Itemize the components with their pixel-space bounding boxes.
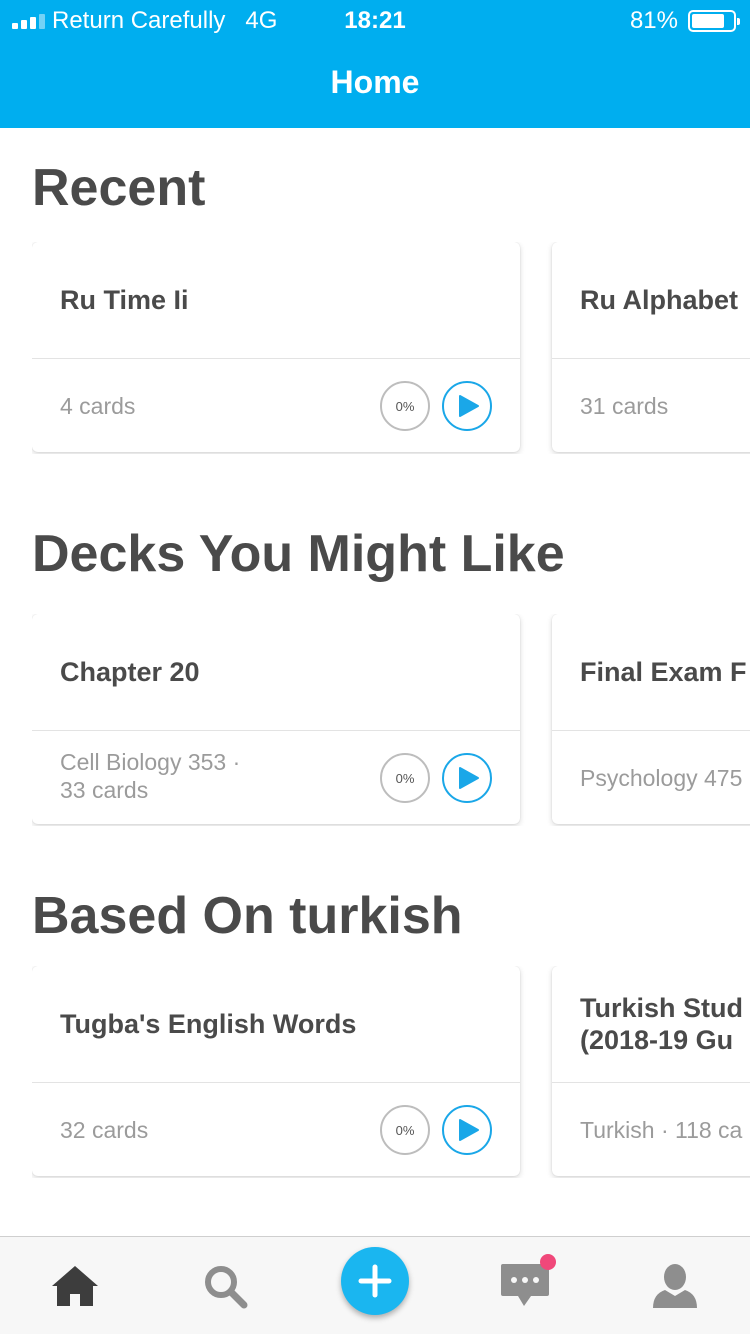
- section-title-recent: Recent: [32, 159, 206, 217]
- deck-card[interactable]: Final Exam F Psychology 475: [552, 614, 750, 824]
- top-bar: Return Carefully 4G 18:21 81% Home: [0, 0, 750, 128]
- home-icon: [52, 1266, 98, 1306]
- deck-meta: Turkish · 118 ca: [580, 1117, 743, 1143]
- deck-title: Final Exam F: [580, 657, 747, 687]
- tab-search[interactable]: [150, 1237, 300, 1334]
- play-icon: [459, 395, 479, 417]
- play-button[interactable]: [442, 1105, 492, 1155]
- status-bar: Return Carefully 4G 18:21 81%: [0, 0, 750, 40]
- deck-title: Turkish Stud (2018-19 Gu: [580, 993, 744, 1055]
- deck-card[interactable]: Turkish Stud (2018-19 Gu Turkish · 118 c…: [552, 966, 750, 1176]
- tab-home[interactable]: [0, 1237, 150, 1334]
- tab-profile[interactable]: [600, 1237, 750, 1334]
- battery-percent: 81%: [629, 7, 678, 34]
- deck-card[interactable]: Ru Alphabet 31 cards: [552, 242, 750, 452]
- deck-card[interactable]: Ru Time Ii 4 cards 0%: [32, 242, 520, 452]
- deck-meta: 4 cards: [60, 393, 136, 419]
- based-on-deck-row[interactable]: Tugba's English Words 32 cards 0% Turkis…: [32, 966, 750, 1178]
- deck-title: Tugba's English Words: [60, 1009, 357, 1039]
- deck-title: Chapter 20: [60, 657, 200, 687]
- progress-indicator: 0%: [380, 753, 430, 803]
- notification-badge: [540, 1254, 556, 1270]
- section-title-decks-you-might-like: Decks You Might Like: [32, 525, 565, 583]
- deck-meta: Cell Biology 353 · 33 cards: [60, 749, 241, 803]
- progress-indicator: 0%: [380, 381, 430, 431]
- play-button[interactable]: [442, 381, 492, 431]
- tab-bar: [0, 1236, 750, 1334]
- add-icon: [358, 1264, 392, 1298]
- deck-card[interactable]: Chapter 20 Cell Biology 353 · 33 cards 0…: [32, 614, 520, 824]
- deck-meta: 31 cards: [580, 393, 669, 419]
- battery-icon: [688, 10, 740, 32]
- recent-deck-row[interactable]: Ru Time Ii 4 cards 0% Ru Alphabet 31 car…: [32, 242, 750, 454]
- play-icon: [459, 767, 479, 789]
- progress-indicator: 0%: [380, 1105, 430, 1155]
- search-icon: [205, 1266, 248, 1309]
- section-title-based-on-turkish: Based On turkish: [32, 887, 463, 945]
- deck-meta: 32 cards: [60, 1117, 149, 1143]
- play-button[interactable]: [442, 753, 492, 803]
- profile-icon: [653, 1264, 697, 1308]
- add-button[interactable]: [341, 1247, 409, 1315]
- play-icon: [459, 1119, 479, 1141]
- suggested-deck-row[interactable]: Chapter 20 Cell Biology 353 · 33 cards 0…: [32, 614, 750, 826]
- page-title: Home: [330, 64, 420, 100]
- messages-icon: [501, 1264, 549, 1306]
- deck-meta: Psychology 475: [580, 765, 743, 791]
- deck-title: Ru Time Ii: [60, 285, 189, 315]
- deck-title: Ru Alphabet: [580, 285, 738, 315]
- tab-messages[interactable]: [450, 1237, 600, 1334]
- deck-card[interactable]: Tugba's English Words 32 cards 0%: [32, 966, 520, 1176]
